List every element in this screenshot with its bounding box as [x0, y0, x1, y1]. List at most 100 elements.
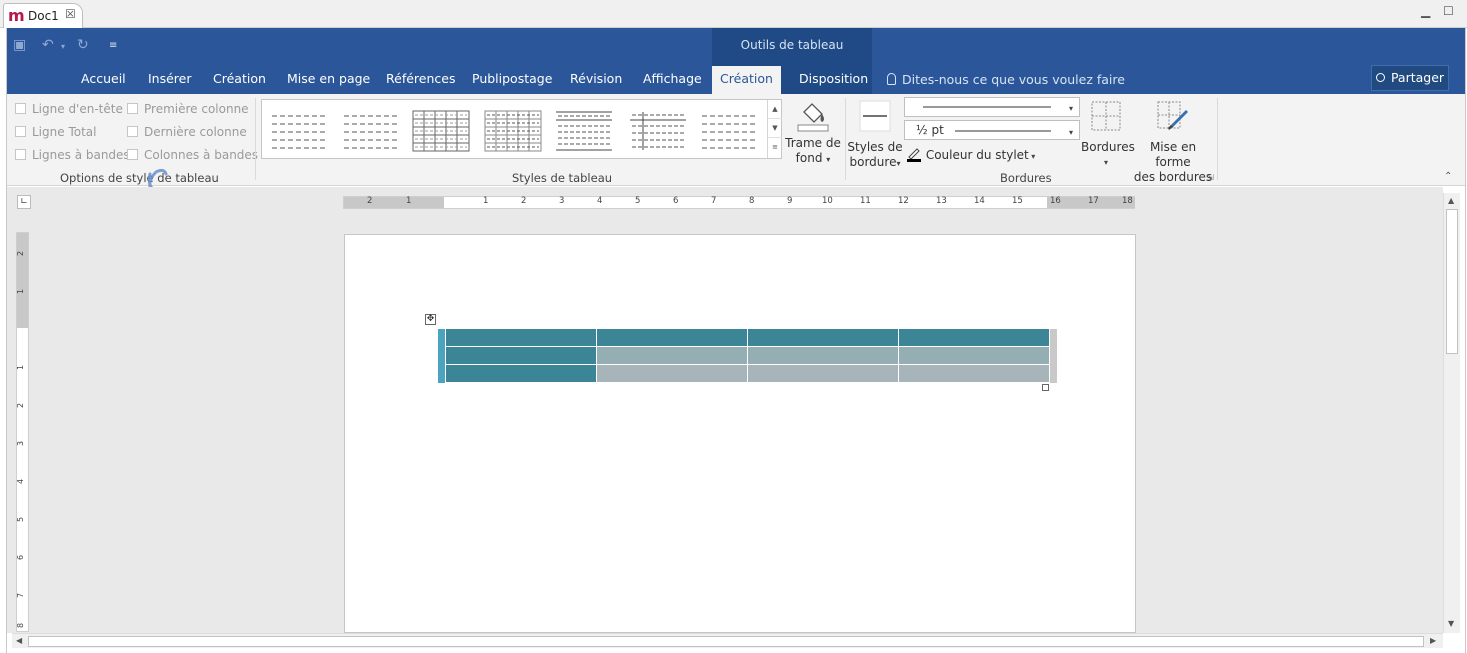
undo-dropdown-icon[interactable]: ▾	[61, 42, 65, 51]
customize-qat-icon[interactable]: ≡	[109, 40, 117, 51]
tab-inserer[interactable]: Insérer	[140, 66, 200, 94]
table-style-swatch[interactable]	[342, 110, 400, 152]
border-styles-button[interactable]: Styles de bordure▾	[847, 100, 903, 171]
gallery-more-icon[interactable]: ≡	[768, 138, 782, 157]
table-cell[interactable]	[897, 346, 1050, 365]
horizontal-scroll-thumb[interactable]	[28, 636, 1424, 647]
table-cell[interactable]	[444, 346, 597, 365]
gallery-up-icon[interactable]: ▲	[768, 100, 782, 119]
checkbox-box[interactable]	[15, 149, 26, 160]
table-style-swatch[interactable]	[629, 110, 687, 152]
collapse-ribbon-icon[interactable]: ⌃	[1444, 171, 1452, 182]
border-painter-line1: Mise en forme	[1149, 140, 1197, 169]
borders-label: Bordures	[1081, 140, 1135, 154]
dialog-launcher-icon[interactable]: ⇲	[1207, 173, 1214, 182]
ruler-number: 7	[711, 196, 717, 206]
scroll-right-icon[interactable]: ▶	[1430, 636, 1436, 645]
table-style-swatch[interactable]	[412, 110, 470, 152]
tab-mise-en-page[interactable]: Mise en page	[279, 66, 378, 94]
ruler-number: 5	[16, 516, 26, 523]
row-selector[interactable]	[438, 346, 445, 365]
border-style-icon	[859, 100, 891, 132]
checkbox-first-column[interactable]: Première colonne	[127, 102, 249, 116]
ruler-number: 1	[16, 364, 26, 371]
table-cell[interactable]	[897, 328, 1050, 347]
checkbox-header-row[interactable]: Ligne d'en-tête	[15, 102, 123, 116]
chevron-down-icon: ▾	[1103, 158, 1108, 167]
ruler-number: 16	[1050, 196, 1061, 206]
scroll-left-icon[interactable]: ◀	[16, 636, 22, 645]
tell-me-box[interactable]: Dites-nous ce que vous voulez faire	[887, 72, 1125, 87]
ruler-number: 17	[1088, 196, 1099, 206]
tab-references[interactable]: Références	[378, 66, 463, 94]
share-button[interactable]: Partager	[1371, 65, 1449, 91]
checkbox-box[interactable]	[15, 103, 26, 114]
document-workspace: ∟ 2 1 1 2 3 4 5 6 7 8 9 10 11 12 13 14 1…	[7, 187, 1443, 633]
checkbox-box[interactable]	[15, 126, 26, 137]
vertical-ruler[interactable]: 2 1 1 2 3 4 5 6 7 8	[16, 232, 29, 632]
table-cell[interactable]	[444, 364, 597, 383]
tab-affichage[interactable]: Affichage	[635, 66, 710, 94]
line-style-select[interactable]: ▾	[904, 97, 1080, 117]
border-painter-button[interactable]: Mise en forme des bordures	[1133, 100, 1213, 185]
tab-stop-selector[interactable]: ∟	[17, 195, 31, 209]
table-resize-handle[interactable]	[1042, 384, 1049, 391]
row-selector[interactable]	[438, 364, 445, 383]
ruler-number: 6	[673, 196, 679, 206]
ruler-number: 2	[16, 402, 26, 409]
shading-button[interactable]: Trame de fond ▾	[785, 100, 841, 167]
tab-publipostage[interactable]: Publipostage	[464, 66, 560, 94]
scroll-up-icon[interactable]: ▲	[1448, 196, 1454, 205]
table-cell[interactable]	[444, 328, 597, 347]
tab-disposition[interactable]: Disposition	[791, 66, 876, 94]
document-page[interactable]	[344, 234, 1136, 633]
undo-icon[interactable]: ↶	[42, 37, 54, 53]
pen-color-button[interactable]: Couleur du stylet ▾	[906, 146, 1035, 162]
table-cell[interactable]	[746, 346, 899, 365]
ruler-number: 4	[597, 196, 603, 206]
maximize-icon[interactable]: ☐	[1443, 4, 1454, 18]
vertical-scrollbar[interactable]: ▲ ▼	[1443, 193, 1460, 633]
borders-button[interactable]: Bordures ▾	[1081, 100, 1135, 170]
horizontal-scrollbar[interactable]: ◀ ▶	[12, 633, 1443, 648]
tab-creation[interactable]: Création	[205, 66, 274, 94]
checkbox-box[interactable]	[127, 103, 138, 114]
app-logo: m	[8, 6, 25, 25]
horizontal-ruler[interactable]: 2 1 1 2 3 4 5 6 7 8 9 10 11 12 13 14 15 …	[343, 196, 1135, 209]
ruler-number: 7	[16, 592, 26, 599]
tab-accueil[interactable]: Accueil	[73, 66, 134, 94]
table-cell[interactable]	[746, 328, 899, 347]
line-weight-select[interactable]: ½ pt ▾	[904, 120, 1080, 140]
borders-grid-icon	[1091, 101, 1121, 131]
document-tab[interactable]: m Doc1 ☒	[3, 3, 83, 28]
gallery-scroller[interactable]: ▲ ▼ ≡	[767, 100, 782, 158]
table-cell[interactable]	[595, 364, 748, 383]
checkbox-box[interactable]	[127, 149, 138, 160]
table-cell[interactable]	[897, 364, 1050, 383]
table-cell[interactable]	[595, 346, 748, 365]
ruler-number: 1	[16, 288, 26, 295]
document-table[interactable]	[438, 328, 1057, 383]
row-selector[interactable]	[438, 328, 445, 347]
checkbox-box[interactable]	[127, 126, 138, 137]
table-style-swatch[interactable]	[555, 110, 613, 152]
table-style-swatch[interactable]	[270, 110, 328, 152]
save-icon[interactable]: ▣	[13, 37, 26, 53]
table-style-swatch[interactable]	[484, 110, 542, 152]
gallery-down-icon[interactable]: ▼	[768, 119, 782, 138]
table-style-swatch[interactable]	[700, 110, 758, 152]
table-styles-gallery[interactable]: ▲ ▼ ≡	[261, 99, 782, 159]
checkbox-banded-rows[interactable]: Lignes à bandes	[15, 148, 130, 162]
vertical-scroll-thumb[interactable]	[1446, 209, 1458, 354]
redo-icon[interactable]: ↻	[77, 37, 89, 53]
table-cell[interactable]	[595, 328, 748, 347]
tab-table-creation[interactable]: Création	[712, 66, 781, 94]
close-tab-icon[interactable]: ☒	[65, 7, 76, 21]
checkbox-total-row[interactable]: Ligne Total	[15, 125, 96, 139]
table-cell[interactable]	[746, 364, 899, 383]
checkbox-last-column[interactable]: Dernière colonne	[127, 125, 247, 139]
tab-revision[interactable]: Révision	[562, 66, 630, 94]
minimize-icon[interactable]: ▁	[1421, 4, 1430, 18]
table-move-handle-icon[interactable]: ✥	[425, 314, 436, 325]
scroll-down-icon[interactable]: ▼	[1448, 619, 1454, 628]
